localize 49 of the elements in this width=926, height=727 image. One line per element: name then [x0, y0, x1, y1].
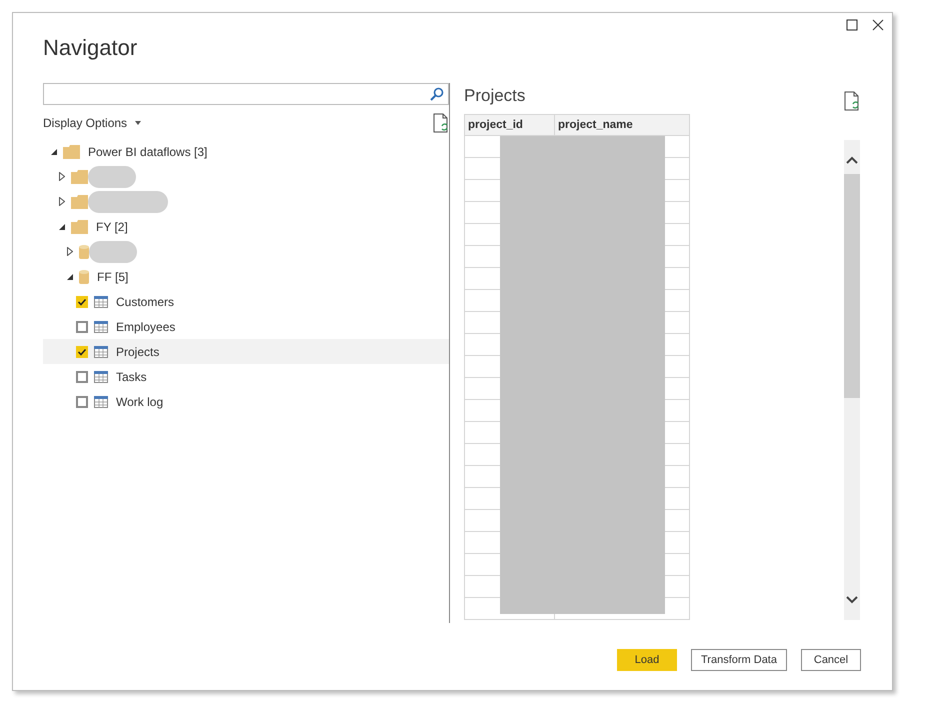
table-icon — [94, 346, 108, 358]
preview-title: Projects — [464, 86, 526, 106]
collapsed-arrow-icon[interactable] — [59, 172, 65, 181]
scroll-up-icon[interactable] — [846, 156, 858, 164]
table-icon — [94, 370, 108, 382]
display-options-dropdown[interactable]: Display Options — [43, 116, 142, 130]
tree-item[interactable]: FF [5] — [97, 270, 128, 284]
tree-item[interactable]: Employees — [43, 314, 449, 339]
search-icon[interactable] — [430, 87, 444, 101]
refresh-file-icon[interactable] — [844, 91, 860, 111]
tree-item[interactable]: FY [2] — [96, 220, 128, 234]
scrollbar[interactable] — [844, 140, 860, 620]
folder-icon — [71, 220, 88, 234]
tree-item[interactable]: Work log — [43, 389, 449, 414]
cylinder-icon — [79, 270, 89, 284]
checkbox[interactable] — [76, 370, 88, 382]
table-icon — [94, 396, 108, 408]
tree-item[interactable]: Power BI dataflows [3] — [88, 144, 208, 158]
tree-item[interactable]: Tasks — [43, 364, 449, 389]
expanded-arrow-icon[interactable] — [51, 148, 57, 154]
scroll-thumb[interactable] — [844, 174, 860, 398]
close-icon[interactable] — [872, 19, 884, 31]
caret-icon[interactable] — [135, 121, 142, 125]
checkbox[interactable] — [76, 320, 88, 332]
cylinder-icon — [79, 244, 89, 258]
folder-icon — [71, 194, 88, 208]
collapsed-arrow-icon[interactable] — [67, 247, 73, 256]
dialog-button[interactable]: Transform Data — [690, 649, 787, 671]
expanded-arrow-icon[interactable] — [67, 274, 73, 280]
window-title: Navigator — [43, 35, 138, 61]
search-field[interactable] — [43, 83, 449, 105]
tree-item[interactable]: Customers — [43, 289, 449, 314]
expanded-arrow-icon[interactable] — [59, 224, 65, 230]
refresh-file-icon[interactable] — [433, 113, 449, 133]
checkbox[interactable] — [76, 396, 88, 408]
scroll-down-icon[interactable] — [846, 596, 858, 604]
dialog-button[interactable]: Cancel — [801, 649, 861, 671]
load-button[interactable]: Load — [616, 649, 677, 671]
folder-icon — [71, 170, 88, 184]
column-header: project_id — [464, 114, 554, 136]
tree-item[interactable]: Projects — [43, 339, 449, 364]
maximize-icon[interactable] — [846, 19, 858, 31]
checkbox[interactable] — [76, 346, 88, 358]
collapsed-arrow-icon[interactable] — [59, 197, 65, 206]
table-icon — [94, 296, 108, 308]
folder-icon — [63, 144, 80, 158]
column-header: project_name — [554, 114, 690, 136]
table-icon — [94, 320, 108, 332]
checkbox[interactable] — [76, 296, 88, 308]
